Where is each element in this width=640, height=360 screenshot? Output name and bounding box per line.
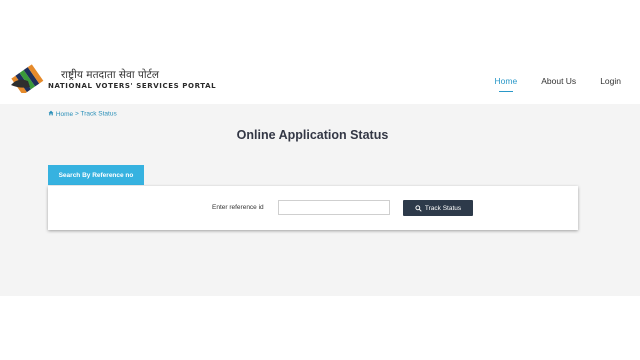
breadcrumb: Home > Track Status (48, 110, 117, 118)
site-header: राष्ट्रीय मतदाता सेवा पोर्टल NATIONAL VO… (0, 52, 640, 104)
nav-about-link[interactable]: About Us (541, 76, 576, 86)
breadcrumb-current: Track Status (80, 110, 117, 118)
reference-id-label: Enter reference id (212, 204, 264, 211)
nav-login-link[interactable]: Login (600, 76, 621, 86)
main-content: Home > Track Status Online Application S… (0, 104, 640, 296)
tab-search-by-reference[interactable]: Search By Reference no (48, 165, 144, 185)
main-nav: Home About Us Login (495, 76, 621, 92)
breadcrumb-separator: > (74, 110, 79, 118)
nav-home-link[interactable]: Home (495, 76, 517, 92)
track-status-label: Track Status (424, 204, 462, 212)
brand-hindi-title: राष्ट्रीय मतदाता सेवा पोर्टल (61, 69, 159, 81)
reference-id-input[interactable] (278, 200, 390, 215)
page-title: Online Application Status (236, 128, 389, 142)
home-icon (48, 110, 54, 116)
track-status-button[interactable]: Track Status (403, 200, 473, 216)
brand-english-title: NATIONAL VOTERS' SERVICES PORTAL (48, 82, 217, 90)
breadcrumb-home-link[interactable]: Home (48, 111, 75, 118)
page: राष्ट्रीय मतदाता सेवा पोर्टल NATIONAL VO… (0, 0, 640, 360)
search-panel: Enter reference id Track Status (48, 186, 578, 230)
search-icon (415, 204, 422, 212)
eci-logo-icon[interactable] (8, 63, 48, 93)
breadcrumb-home-label: Home (55, 110, 74, 118)
